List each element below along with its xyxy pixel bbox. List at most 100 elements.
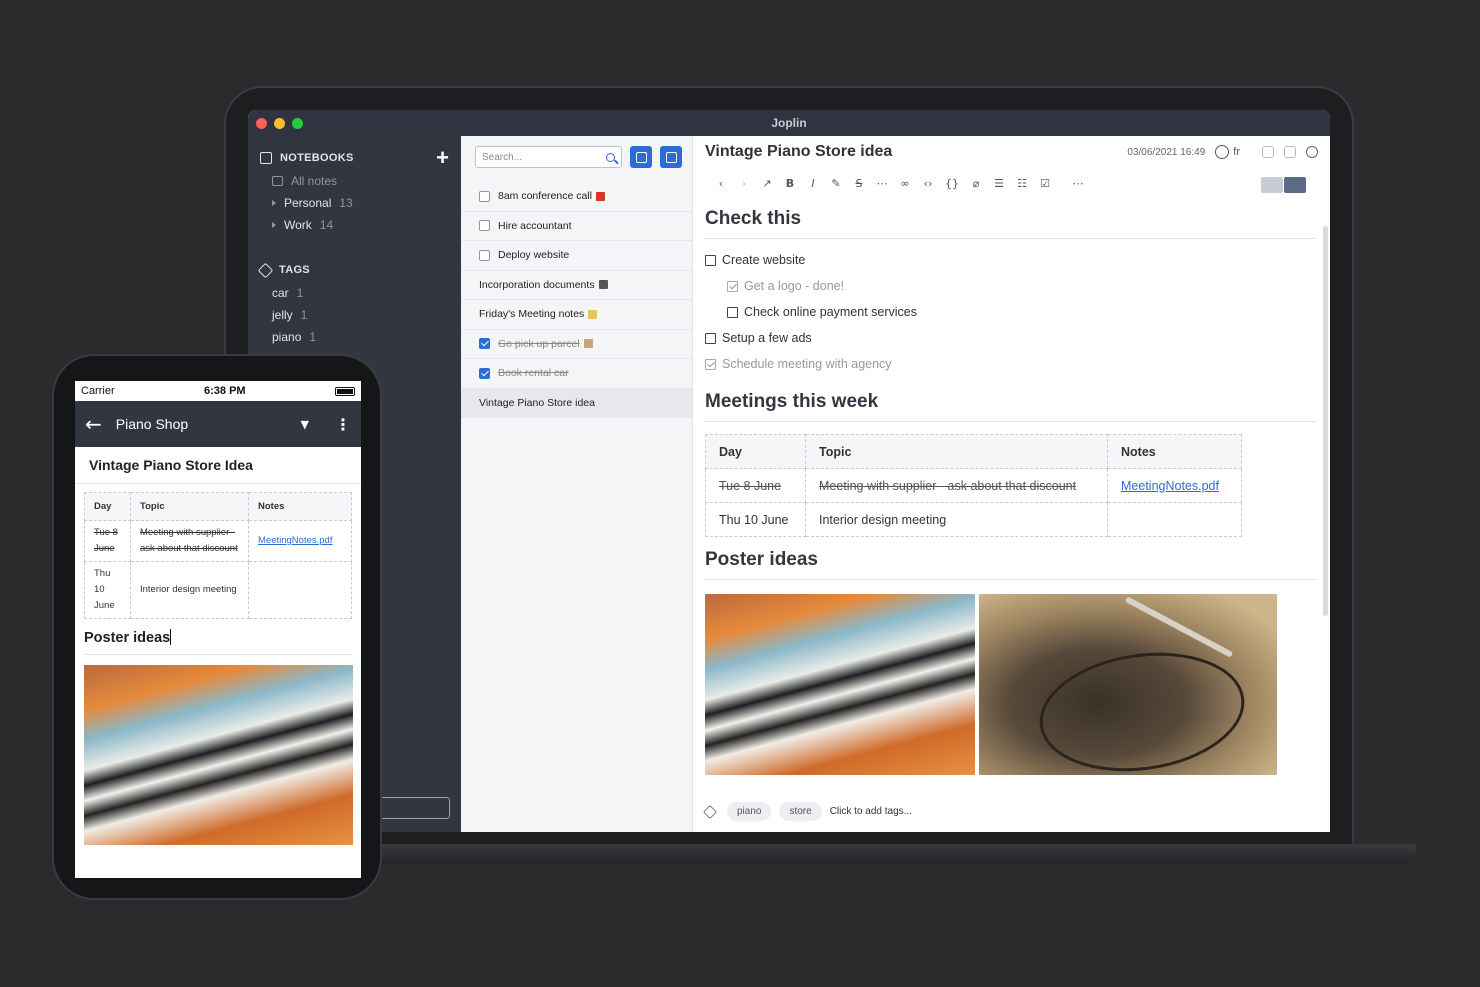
dropdown-icon[interactable]: ▼ xyxy=(301,418,309,431)
todo-checkbox[interactable] xyxy=(479,220,490,232)
mobile-notebook-title: Piano Shop xyxy=(115,416,189,432)
laptop-base xyxy=(230,844,1416,864)
note-list-item[interactable]: Deploy website xyxy=(461,241,692,271)
rich-text-mode-icon[interactable] xyxy=(1284,177,1306,193)
note-list-item[interactable]: Go pick up parcel xyxy=(461,330,692,359)
notes-list: 8am conference call Hire accountant Deploy… xyxy=(461,182,692,418)
checklist-checkbox[interactable] xyxy=(727,280,738,292)
checklist-item: Create website xyxy=(705,247,1318,273)
note-title[interactable]: Vintage Piano Store idea xyxy=(705,143,1127,161)
expand-caret-icon[interactable] xyxy=(272,200,276,206)
tag-icon[interactable] xyxy=(702,804,718,819)
layout-toggle-icon[interactable] xyxy=(1284,146,1296,158)
emoji-icon xyxy=(583,339,593,349)
sidebar-tag-car[interactable]: car 1 xyxy=(248,282,461,304)
mobile-nav-bar: ← Piano Shop ▼ ⋮ xyxy=(75,401,361,447)
editor-toolbar: ‹ › ↗ B I ✎ S ⋯ ∞ ‹› {} ⌀ ☰ ☷ ☑ ⋯ xyxy=(705,168,1318,198)
markdown-mode-icon[interactable] xyxy=(1261,177,1283,193)
note-title: Go pick up parcel xyxy=(498,337,580,350)
note-list-item[interactable]: Incorporation documents xyxy=(461,271,692,300)
note-list-item[interactable]: Hire accountant xyxy=(461,212,692,241)
sidebar-item-personal[interactable]: Personal 13 xyxy=(248,192,461,214)
code-block-icon[interactable]: {} xyxy=(945,177,959,190)
back-arrow-icon[interactable]: ← xyxy=(85,412,102,436)
checklist: Create website Get a logo - done! Check on… xyxy=(705,247,1318,377)
tag-count: 1 xyxy=(296,286,304,300)
checklist-checkbox[interactable] xyxy=(705,332,716,344)
todo-checkbox[interactable] xyxy=(479,338,490,350)
notebook-count: 13 xyxy=(339,196,353,210)
note-list-item[interactable]: Book rental car xyxy=(461,359,692,389)
todo-checkbox[interactable] xyxy=(479,190,490,202)
checklist-text: Create website xyxy=(722,253,806,267)
italic-icon[interactable]: I xyxy=(807,177,819,190)
search-input[interactable]: Search... xyxy=(475,146,623,168)
bullet-list-icon[interactable]: ☰ xyxy=(993,177,1005,190)
attachment-icon[interactable]: ⌀ xyxy=(970,177,982,190)
kebab-menu-icon[interactable]: ⋮ xyxy=(335,415,351,434)
mobile-meetings-table: Day Topic Notes Tue 8 June Meeting with s… xyxy=(84,492,352,619)
tag-name: jelly xyxy=(272,308,293,322)
sidebar-item-all-notes[interactable]: All notes xyxy=(248,170,461,192)
checklist-text: Check online payment services xyxy=(744,305,917,319)
cell-text: Interior design meeting xyxy=(819,512,947,527)
checklist-icon[interactable]: ☑ xyxy=(1039,177,1051,190)
note-list-item[interactable]: 8am conference call xyxy=(461,182,692,212)
sidebar-tag-piano[interactable]: piano 1 xyxy=(248,326,461,348)
more-icon[interactable]: ⋯ xyxy=(876,177,888,190)
table-header: Day xyxy=(84,492,131,521)
external-edit-icon[interactable]: ↗ xyxy=(761,177,773,190)
highlight-icon[interactable]: ✎ xyxy=(830,177,842,190)
checklist-checkbox[interactable] xyxy=(727,306,738,318)
checklist-text: Setup a few ads xyxy=(722,331,812,345)
notebook-icon xyxy=(260,152,272,164)
todo-checkbox[interactable] xyxy=(479,249,490,261)
back-icon[interactable]: ‹ xyxy=(715,177,727,190)
sidebar-tag-jelly[interactable]: jelly 1 xyxy=(248,304,461,326)
add-tags-link[interactable]: Click to add tags... xyxy=(830,806,912,817)
table-cell-day: Thu 10 June xyxy=(705,502,806,537)
mobile-note-title[interactable]: Vintage Piano Store Idea xyxy=(75,447,361,484)
tag-chip-store[interactable]: store xyxy=(779,802,822,821)
inline-code-icon[interactable]: ‹› xyxy=(922,177,934,190)
note-date: 03/06/2021 16:49 xyxy=(1127,146,1206,158)
note-title: Book rental car xyxy=(498,367,569,380)
todo-checkbox[interactable] xyxy=(479,367,490,379)
bold-icon[interactable]: B xyxy=(784,177,796,190)
editor-scrollbar[interactable] xyxy=(1323,226,1328,616)
expand-caret-icon[interactable] xyxy=(272,222,276,228)
globe-icon[interactable] xyxy=(1215,145,1230,159)
spellcheck-language[interactable]: fr xyxy=(1233,146,1240,158)
add-notebook-button[interactable]: + xyxy=(436,147,449,169)
forward-icon[interactable]: › xyxy=(738,177,750,190)
table-cell-notes xyxy=(248,561,352,619)
checklist-checkbox[interactable] xyxy=(705,358,716,370)
tag-icon xyxy=(257,262,274,278)
numbered-list-icon[interactable]: ☷ xyxy=(1016,177,1028,190)
table-cell-notes: MeetingNotes.pdf xyxy=(248,520,352,562)
new-todo-button[interactable] xyxy=(630,146,653,168)
strikethrough-icon[interactable]: S xyxy=(853,177,865,190)
link-icon[interactable]: ∞ xyxy=(899,177,911,190)
new-note-button[interactable] xyxy=(660,146,682,168)
checklist-checkbox[interactable] xyxy=(705,254,716,266)
notebooks-label: NOTEBOOKS xyxy=(280,152,354,164)
window-title: Joplin xyxy=(771,116,807,130)
attachment-link[interactable]: MeetingNotes.pdf xyxy=(258,535,332,546)
sidebar-item-work[interactable]: Work 14 xyxy=(248,214,461,236)
info-icon[interactable] xyxy=(1306,146,1318,158)
all-notes-label: All notes xyxy=(291,174,338,188)
tags-header[interactable]: TAGS xyxy=(248,248,461,282)
note-title: Friday's Meeting notes xyxy=(479,308,585,321)
alarm-icon[interactable] xyxy=(1262,146,1274,158)
note-list-item[interactable]: Friday's Meeting notes xyxy=(461,300,692,330)
mobile-heading-poster-ideas[interactable]: Poster ideas xyxy=(84,629,352,655)
note-content[interactable]: Check this Create website Get a logo - do… xyxy=(705,198,1318,775)
attachment-link[interactable]: MeetingNotes.pdf xyxy=(1121,479,1219,493)
mobile-piano-image xyxy=(84,665,353,845)
more-options-icon[interactable]: ⋯ xyxy=(1072,177,1084,190)
notebooks-header[interactable]: NOTEBOOKS + xyxy=(248,136,461,170)
note-list-item[interactable]: Vintage Piano Store idea xyxy=(461,388,692,418)
tag-chip-piano[interactable]: piano xyxy=(727,802,772,821)
editor-mode-toggle[interactable] xyxy=(1261,177,1306,193)
